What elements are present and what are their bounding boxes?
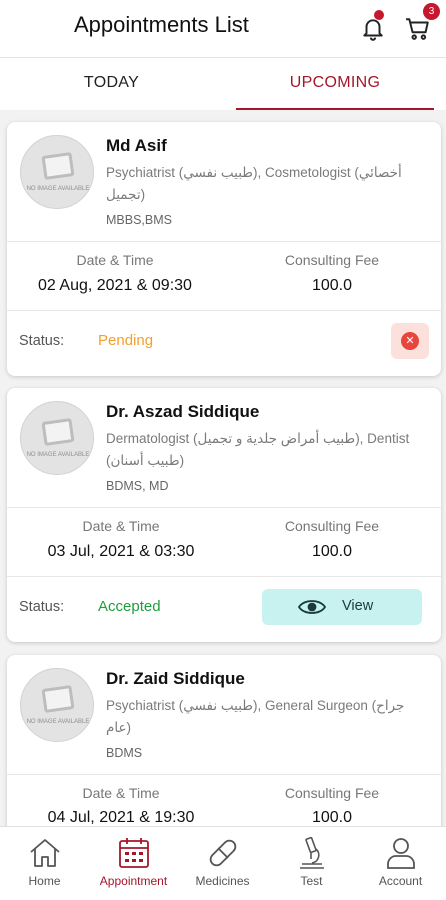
consulting-fee-label: Consulting Fee: [284, 252, 380, 268]
date-time-value: 04 Jul, 2021 & 19:30: [47, 809, 195, 826]
nav-label: Medicines: [195, 874, 250, 888]
status-label: Status:: [19, 333, 65, 349]
close-icon: ✕: [401, 332, 419, 350]
date-time-label: Date & Time: [82, 518, 160, 534]
doctor-specialty: Psychiatrist (طبيب نفسي), General Surgeo…: [106, 698, 405, 735]
nav-label: Account: [378, 874, 423, 888]
nav-test[interactable]: Test: [267, 827, 356, 900]
cart-icon[interactable]: [405, 17, 431, 41]
image-placeholder-icon: [41, 685, 75, 713]
consulting-fee-label: Consulting Fee: [284, 518, 380, 534]
nav-label: Test: [300, 874, 323, 888]
doctor-name: Md Asif: [106, 136, 167, 155]
doctor-specialty: Psychiatrist (طبيب نفسي), Cosmetologist …: [106, 165, 402, 202]
consulting-fee-value: 100.0: [311, 809, 353, 826]
doctor-degree: MBBS,BMS: [106, 213, 172, 227]
bottom-navigation: Home Appointment Medicines Test Account: [0, 826, 446, 900]
tab-upcoming[interactable]: UPCOMING: [236, 58, 434, 110]
status-value: Accepted: [98, 598, 161, 615]
no-image-text: NO IMAGE AVAILABLE: [26, 452, 90, 458]
doctor-degree: BDMS, MD: [106, 479, 169, 493]
cancel-appointment-button[interactable]: ✕: [391, 323, 429, 359]
nav-label: Home: [28, 874, 61, 888]
page-title: Appointments List: [74, 12, 249, 37]
image-placeholder-icon: [41, 418, 75, 446]
divider: [7, 507, 441, 508]
home-icon: [30, 839, 60, 867]
no-image-text: NO IMAGE AVAILABLE: [26, 186, 90, 192]
date-time-label: Date & Time: [82, 785, 160, 801]
microscope-icon: [300, 836, 324, 869]
doctor-degree: BDMS: [106, 746, 143, 760]
nav-medicines[interactable]: Medicines: [178, 827, 267, 900]
appointment-card[interactable]: NO IMAGE AVAILABLE Dr. Zaid Siddique Psy…: [7, 655, 441, 855]
consulting-fee-value: 100.0: [311, 277, 353, 294]
doctor-avatar: NO IMAGE AVAILABLE: [20, 668, 94, 742]
doctor-avatar: NO IMAGE AVAILABLE: [20, 135, 94, 209]
view-appointment-button[interactable]: View: [262, 589, 422, 625]
nav-account[interactable]: Account: [356, 827, 445, 900]
divider: [7, 310, 441, 311]
user-icon: [387, 838, 415, 869]
doctor-specialty: Dermatologist (طبيب أمراض جلدية و تجميل)…: [106, 431, 410, 468]
image-placeholder-icon: [41, 152, 75, 180]
tab-bar: TODAY UPCOMING: [0, 58, 446, 110]
date-time-value: 02 Aug, 2021 & 09:30: [38, 277, 192, 294]
status-value: Pending: [98, 332, 154, 349]
nav-label: Appointment: [99, 874, 168, 888]
eye-icon: [298, 600, 326, 614]
doctor-name: Dr. Aszad Siddique: [106, 402, 260, 421]
calendar-icon: [119, 838, 149, 868]
doctor-name: Dr. Zaid Siddique: [106, 669, 245, 688]
appointment-card[interactable]: NO IMAGE AVAILABLE Dr. Aszad Siddique De…: [7, 388, 441, 642]
nav-appointment[interactable]: Appointment: [89, 827, 178, 900]
date-time-value: 03 Jul, 2021 & 03:30: [47, 543, 195, 560]
appointment-card[interactable]: NO IMAGE AVAILABLE Md Asif Psychiatrist …: [7, 122, 441, 376]
consulting-fee-value: 100.0: [311, 543, 353, 560]
app-header: Appointments List 3: [0, 0, 446, 58]
status-label: Status:: [19, 599, 65, 615]
date-time-label: Date & Time: [76, 252, 154, 268]
cart-count-badge: 3: [423, 3, 440, 20]
divider: [7, 241, 441, 242]
pill-icon: [209, 839, 237, 867]
bell-icon[interactable]: [360, 16, 386, 42]
no-image-text: NO IMAGE AVAILABLE: [26, 719, 90, 725]
tab-today[interactable]: TODAY: [0, 58, 223, 110]
nav-home[interactable]: Home: [0, 827, 89, 900]
divider: [7, 774, 441, 775]
view-button-label: View: [342, 598, 374, 614]
consulting-fee-label: Consulting Fee: [284, 785, 380, 801]
notification-dot: [374, 10, 384, 20]
divider: [7, 576, 441, 577]
doctor-avatar: NO IMAGE AVAILABLE: [20, 401, 94, 475]
